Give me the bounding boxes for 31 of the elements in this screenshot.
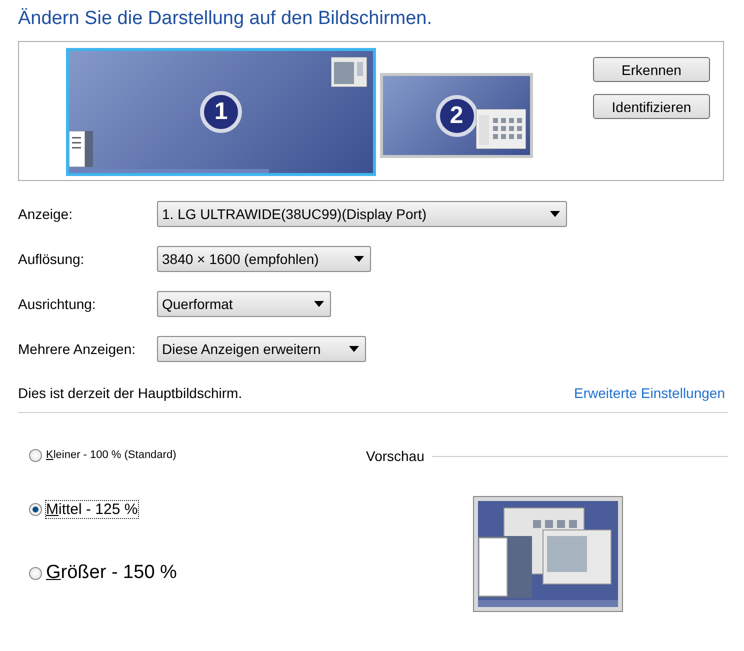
setting-label: Mehrere Anzeigen: [18, 341, 137, 357]
window-icon [331, 57, 367, 87]
radio-button[interactable] [29, 566, 42, 580]
window-icon [476, 109, 526, 149]
caret-icon [550, 211, 560, 217]
caret-icon [349, 346, 359, 352]
setting-dropdown[interactable]: Querformat [157, 291, 331, 317]
advanced-settings-link[interactable]: Erweiterte Einstellungen [574, 385, 725, 401]
radio-label[interactable]: Größer - 150 % [45, 561, 178, 585]
monitor-number: 1 [200, 91, 242, 133]
start-menu-icon [69, 131, 93, 167]
setting-label: Ausrichtung: [18, 296, 97, 312]
setting-dropdown[interactable]: 1. LG ULTRAWIDE(38UC99)(Display Port) [157, 201, 567, 227]
setting-dropdown[interactable]: 3840 × 1600 (empfohlen) [157, 246, 371, 272]
caret-icon [314, 301, 324, 307]
setting-label: Anzeige: [18, 206, 74, 222]
radio-label[interactable]: Mittel - 125 % [45, 500, 139, 519]
setting-dropdown[interactable]: Diese Anzeigen erweitern [157, 336, 366, 362]
caret-icon [354, 256, 364, 262]
monitor-button[interactable]: Identifizieren [593, 94, 710, 119]
radio-button[interactable] [29, 448, 42, 462]
setting-label: Auflösung: [18, 251, 86, 267]
preview-label: Vorschau [366, 448, 424, 464]
monitor-drawing[interactable]: 2 [380, 73, 533, 158]
monitor-button[interactable]: Erkennen [593, 57, 710, 82]
radio-button[interactable] [29, 503, 42, 516]
radio-label[interactable]: Kleiner - 100 % (Standard) [45, 448, 178, 462]
monitor-number: 2 [436, 94, 478, 136]
info-text: Dies ist derzeit der Hauptbildschirm. [18, 385, 242, 401]
page-title: Ändern Sie die Darstellung auf den Bildschirmen. [18, 8, 434, 30]
monitor-drawing[interactable]: 1 [66, 48, 376, 176]
